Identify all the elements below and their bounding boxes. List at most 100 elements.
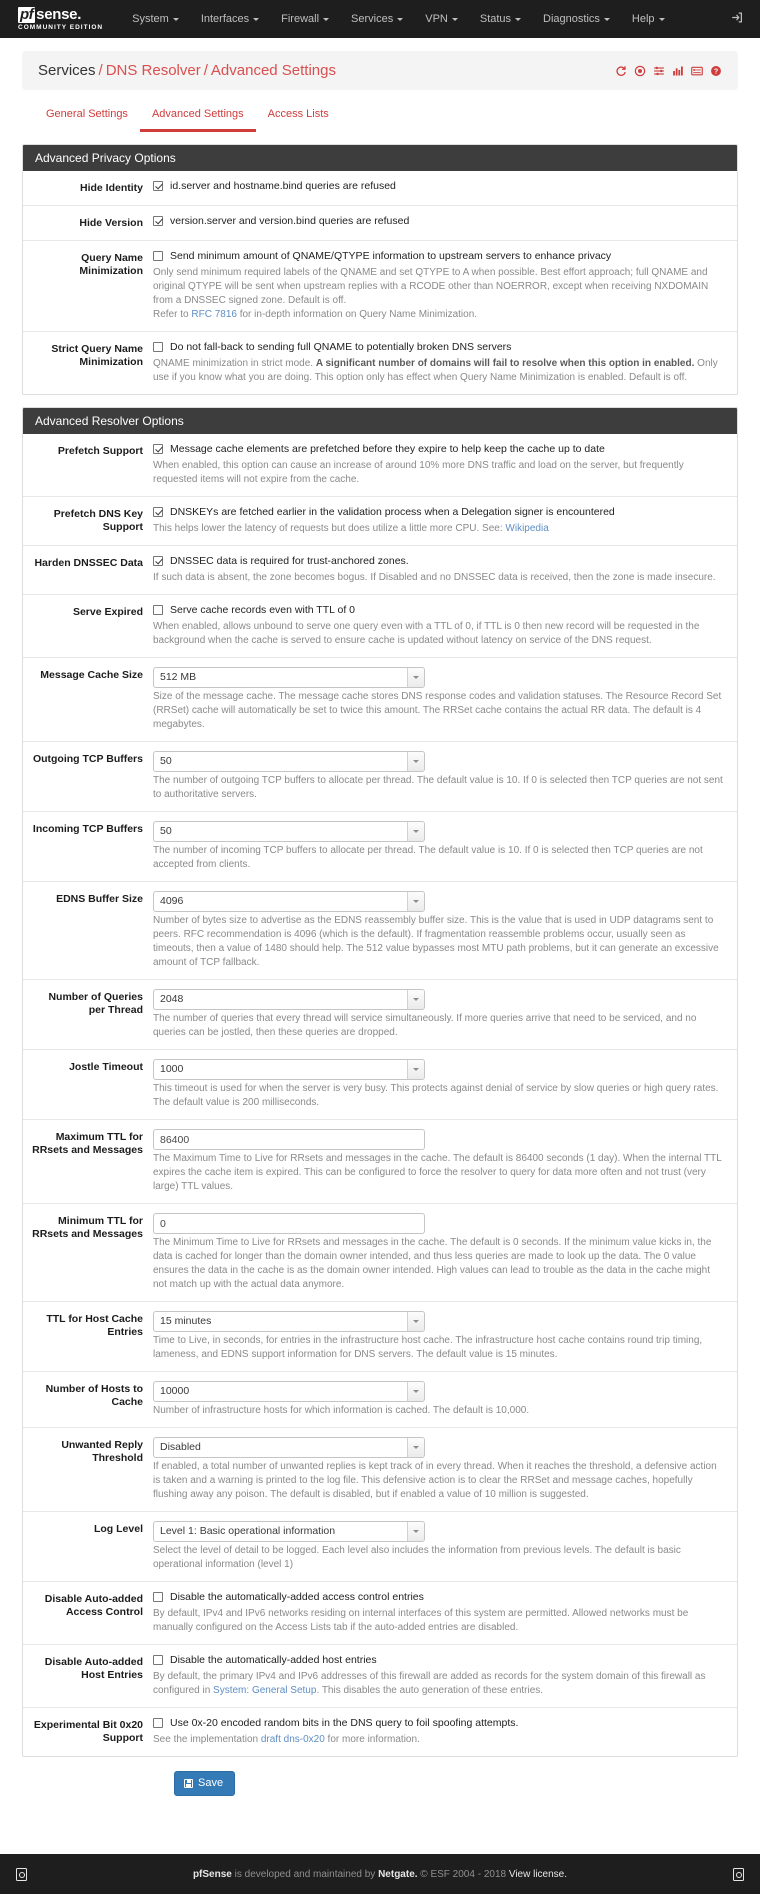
top-navbar: pf sense. COMMUNITY EDITION System Inter… (0, 0, 760, 38)
chevron-down-icon (407, 752, 424, 771)
checkbox-line[interactable]: Disable the automatically-added host ent… (153, 1654, 723, 1667)
checkbox-line[interactable]: Do not fall-back to sending full QNAME t… (153, 341, 723, 354)
chevron-down-icon (407, 668, 424, 687)
maximum-ttl-input[interactable] (153, 1129, 425, 1150)
tab-general-settings[interactable]: General Settings (34, 102, 140, 132)
footer-text2: © ESF 2004 - 2018 (417, 1868, 509, 1880)
nav-label: Interfaces (200, 13, 250, 25)
dock-right-icon[interactable] (733, 1867, 744, 1881)
rfc-7816-link[interactable]: RFC 7816 (191, 309, 237, 320)
chevron-down-icon (407, 1382, 424, 1401)
system-general-setup-link[interactable]: System: General Setup (213, 1685, 316, 1696)
field-control: The Maximum Time to Live for RRsets and … (153, 1129, 737, 1194)
nav-item-services[interactable]: Services (340, 7, 414, 31)
breadcrumb-icon-group: ? (615, 65, 722, 77)
checkbox-line[interactable]: Message cache elements are prefetched be… (153, 443, 723, 456)
field-control: version.server and version.bind queries … (153, 215, 737, 231)
checkbox-line[interactable]: version.server and version.bind queries … (153, 215, 723, 228)
hide-identity-checkbox[interactable] (153, 181, 163, 191)
ttl-for-host-cache-entries-select[interactable]: 15 minutes (153, 1311, 425, 1332)
stop-service-icon[interactable] (634, 65, 646, 77)
breadcrumb-advanced-settings[interactable]: Advanced Settings (211, 62, 336, 79)
field-row-minimum-ttl: Minimum TTL for RRsets and Messages The … (23, 1204, 737, 1302)
dock-left-icon[interactable] (16, 1867, 27, 1881)
form-actions: Save (22, 1757, 738, 1812)
experimental-bit-0x20-support-checkbox[interactable] (153, 1718, 163, 1728)
checkbox-line[interactable]: id.server and hostname.bind queries are … (153, 180, 723, 193)
field-label: Message Cache Size (40, 669, 143, 681)
field-label: Prefetch Support (57, 445, 143, 457)
nav-item-diagnostics[interactable]: Diagnostics (532, 7, 621, 31)
field-control: id.server and hostname.bind queries are … (153, 180, 737, 196)
hide-version-checkbox[interactable] (153, 216, 163, 226)
checkbox-label: DNSSEC data is required for trust-anchor… (170, 555, 409, 567)
log-entries-icon[interactable] (691, 65, 703, 77)
breadcrumb-dns-resolver[interactable]: DNS Resolver (106, 62, 201, 79)
help-emphasis: A significant number of domains will fai… (315, 358, 695, 369)
logout-icon[interactable] (730, 11, 744, 28)
serve-expired-checkbox[interactable] (153, 605, 163, 615)
checkbox-line[interactable]: DNSKEYs are fetched earlier in the valid… (153, 506, 723, 519)
tab-advanced-settings[interactable]: Advanced Settings (139, 102, 256, 132)
select-wrapper: 4096 (153, 891, 425, 912)
field-row-prefetch-support: Prefetch Support Message cache elements … (23, 434, 737, 497)
nav-label: Status (479, 13, 512, 25)
checkbox-line[interactable]: Use 0x-20 encoded random bits in the DNS… (153, 1717, 723, 1730)
outgoing-tcp-buffers-select[interactable]: 50 (153, 751, 425, 772)
checkbox-line[interactable]: Serve cache records even with TTL of 0 (153, 604, 723, 617)
disable-auto-added-host-entries-checkbox[interactable] (153, 1655, 163, 1665)
pfsense-logo[interactable]: pf sense. COMMUNITY EDITION (18, 6, 103, 32)
status-chart-icon[interactable] (672, 65, 684, 77)
disable-auto-added-access-control-checkbox[interactable] (153, 1592, 163, 1602)
unwanted-reply-threshold-select[interactable]: Disabled (153, 1437, 425, 1458)
minimum-ttl-input[interactable] (153, 1213, 425, 1234)
field-row-ttl-for-host-cache-entries: TTL for Host Cache Entries 15 minutes Ti… (23, 1302, 737, 1372)
help-suffix: for in-depth information on Query Name M… (236, 309, 478, 320)
nav-item-vpn[interactable]: VPN (414, 7, 469, 31)
log-level-select[interactable]: Level 1: Basic operational information (153, 1521, 425, 1542)
prefetch-support-checkbox[interactable] (153, 444, 163, 454)
save-button[interactable]: Save (174, 1771, 236, 1796)
incoming-tcp-buffers-select[interactable]: 50 (153, 821, 425, 842)
harden-dnssec-data-checkbox[interactable] (153, 556, 163, 566)
prefetch-dns-key-support-checkbox[interactable] (153, 507, 163, 517)
wikipedia-link[interactable]: Wikipedia (505, 523, 548, 534)
checkbox-line[interactable]: DNSSEC data is required for trust-anchor… (153, 555, 723, 568)
query-name-minimization-checkbox[interactable] (153, 251, 163, 261)
select-value: 512 MB (160, 671, 197, 683)
checkbox-label: Use 0x-20 encoded random bits in the DNS… (170, 1717, 519, 1729)
edns-buffer-size-select[interactable]: 4096 (153, 891, 425, 912)
nav-item-help[interactable]: Help (621, 7, 676, 31)
field-row-disable-auto-added-host-entries: Disable Auto-added Host Entries Disable … (23, 1645, 737, 1708)
select-wrapper: 1000 (153, 1059, 425, 1080)
field-control: 50 The number of outgoing TCP buffers to… (153, 751, 737, 802)
field-row-edns-buffer-size: EDNS Buffer Size 4096 Number of bytes si… (23, 882, 737, 980)
message-cache-size-select[interactable]: 512 MB (153, 667, 425, 688)
checkbox-line[interactable]: Send minimum amount of QNAME/QTYPE infor… (153, 250, 723, 263)
nav-item-firewall[interactable]: Firewall (270, 7, 340, 31)
select-wrapper: 50 (153, 751, 425, 772)
chevron-down-icon (407, 822, 424, 841)
number-of-hosts-to-cache-select[interactable]: 10000 (153, 1381, 425, 1402)
view-license-link[interactable]: View license. (509, 1869, 567, 1880)
draft-dns-0x20-link[interactable]: draft dns-0x20 (261, 1734, 325, 1745)
panel-title: Advanced Resolver Options (23, 408, 737, 434)
help-suffix: for more information. (324, 1734, 420, 1745)
restart-service-icon[interactable] (615, 65, 627, 77)
nav-item-interfaces[interactable]: Interfaces (190, 7, 270, 31)
field-control: Level 1: Basic operational information S… (153, 1521, 737, 1572)
field-control: Message cache elements are prefetched be… (153, 443, 737, 487)
chevron-down-icon (253, 17, 260, 21)
tab-access-lists[interactable]: Access Lists (256, 102, 341, 132)
number-of-queries-per-thread-select[interactable]: 2048 (153, 989, 425, 1010)
jostle-timeout-select[interactable]: 1000 (153, 1059, 425, 1080)
related-settings-icon[interactable] (653, 65, 665, 77)
field-label: Number of Queries per Thread (48, 991, 143, 1016)
strict-query-name-minimization-checkbox[interactable] (153, 342, 163, 352)
help-icon[interactable]: ? (710, 65, 722, 77)
nav-item-status[interactable]: Status (469, 7, 532, 31)
nav-item-system[interactable]: System (121, 7, 190, 31)
field-help-text: The Maximum Time to Live for RRsets and … (153, 1153, 722, 1192)
checkbox-line[interactable]: Disable the automatically-added access c… (153, 1591, 723, 1604)
field-control: Do not fall-back to sending full QNAME t… (153, 341, 737, 385)
